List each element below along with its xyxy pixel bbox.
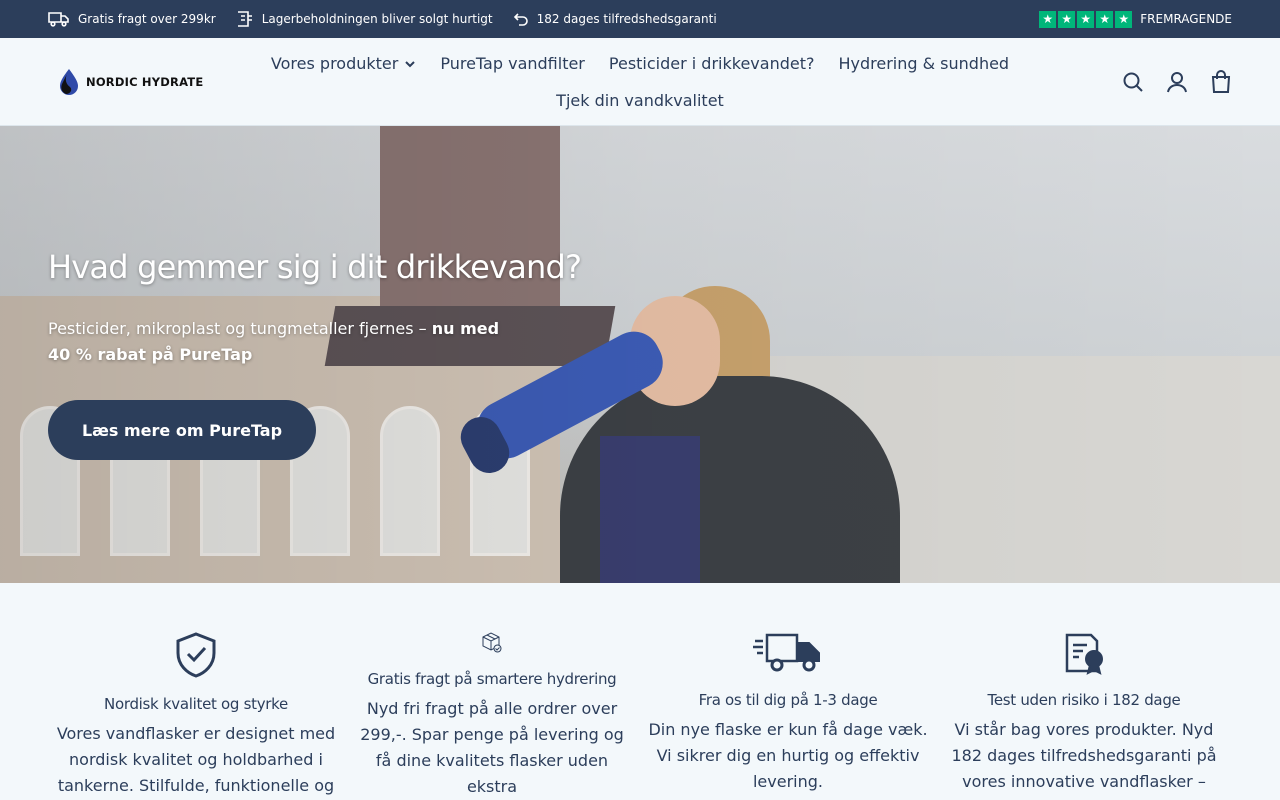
- drop-logo-icon: [60, 68, 78, 95]
- announcement-shipping-label: Gratis fragt over 299kr: [78, 12, 216, 26]
- nav-item-label: Hydrering & sundhed: [838, 54, 1010, 73]
- feature-text: Vores vandflasker er designet med nordis…: [56, 724, 336, 795]
- hero-subtitle-text: Pesticider, mikroplast og tungmetaller f…: [48, 319, 432, 338]
- star-icon: ★: [1039, 10, 1057, 28]
- star-icon: ★: [1058, 10, 1076, 28]
- feature-text: Nyd fri fragt på alle ordrer over 299,-.…: [360, 699, 624, 796]
- return-icon: [513, 13, 528, 26]
- star-icon: ★: [1096, 10, 1114, 28]
- feature-text: Din nye flaske er kun få dage væk. Vi si…: [648, 720, 928, 791]
- cart-icon[interactable]: [1210, 69, 1232, 94]
- feature-guarantee: Test uden risiko i 182 dage Vi står bag …: [936, 583, 1232, 800]
- feature-text: Vi står bag vores produkter. Nyd 182 dag…: [951, 720, 1217, 791]
- trustpilot-rating[interactable]: ★ ★ ★ ★ ★ FREMRAGENDE: [1039, 10, 1232, 28]
- rating-stars: ★ ★ ★ ★ ★: [1039, 10, 1133, 28]
- main-navigation: Vores produkter PureTap vandfilter Pesti…: [260, 38, 1020, 126]
- nav-item-pesticides[interactable]: Pesticider i drikkevandet?: [609, 54, 815, 73]
- feature-title: Fra os til dig på 1-3 dage: [698, 691, 878, 709]
- feature-title: Gratis fragt på smartere hydrering: [367, 670, 617, 688]
- box-icon: [237, 11, 252, 27]
- star-icon: ★: [1077, 10, 1095, 28]
- announcement-bar: Gratis fragt over 299kr Lagerbeholdninge…: [0, 0, 1280, 38]
- announcement-guarantee: 182 dages tilfredshedsgaranti: [513, 12, 717, 26]
- nav-item-label: Pesticider i drikkevandet?: [608, 54, 815, 73]
- feature-fast-delivery: Fra os til dig på 1-3 dage Din nye flask…: [640, 583, 936, 800]
- read-more-puretap-button[interactable]: Læs mere om PureTap: [48, 400, 316, 460]
- nav-item-products[interactable]: Vores produkter: [271, 54, 416, 73]
- features-section: Nordisk kvalitet og styrke Vores vandfla…: [0, 583, 1280, 800]
- header-actions: [1122, 69, 1232, 94]
- logo-text: NORDIC HYDRATE: [86, 74, 204, 89]
- announcement-shipping: Gratis fragt over 299kr: [48, 11, 216, 27]
- guarantee-document-icon: [1065, 633, 1103, 675]
- nav-item-hydration[interactable]: Hydrering & sundhed: [838, 54, 1009, 73]
- nav-item-puretap[interactable]: PureTap vandfilter: [440, 54, 585, 73]
- nav-item-label: PureTap vandfilter: [440, 54, 585, 73]
- logo[interactable]: NORDIC HYDRATE: [58, 68, 203, 96]
- feature-free-shipping: Gratis fragt på smartere hydrering Nyd f…: [344, 583, 640, 800]
- feature-title: Nordisk kvalitet og styrke: [104, 695, 288, 713]
- announcement-items: Gratis fragt over 299kr Lagerbeholdninge…: [48, 10, 717, 28]
- announcement-guarantee-label: 182 dages tilfredshedsgaranti: [536, 12, 717, 26]
- hero-title: Hvad gemmer sig i dit drikkevand?: [48, 248, 582, 286]
- account-icon[interactable]: [1166, 71, 1188, 93]
- hero-subtitle: Pesticider, mikroplast og tungmetaller f…: [48, 316, 508, 368]
- package-check-icon: [482, 632, 502, 653]
- announcement-stock: Lagerbeholdningen bliver solgt hurtigt: [236, 10, 493, 28]
- announcement-stock-label: Lagerbeholdningen bliver solgt hurtigt: [261, 12, 493, 26]
- feature-title: Test uden risiko i 182 dage: [987, 691, 1181, 709]
- truck-icon: [48, 12, 69, 27]
- site-header: NORDIC HYDRATE Vores produkter PureTap v…: [0, 38, 1280, 126]
- feature-quality: Nordisk kvalitet og styrke Vores vandfla…: [48, 583, 344, 800]
- chevron-down-icon: [405, 60, 416, 67]
- nav-item-water-quality[interactable]: Tjek din vandkvalitet: [556, 91, 724, 110]
- shield-check-icon: [176, 632, 216, 678]
- search-icon[interactable]: [1122, 71, 1144, 93]
- star-icon: ★: [1115, 10, 1133, 28]
- delivery-truck-icon: [753, 633, 820, 672]
- nav-item-label: Tjek din vandkvalitet: [556, 91, 724, 110]
- nav-item-label: Vores produkter: [270, 54, 399, 73]
- rating-label: FREMRAGENDE: [1140, 12, 1232, 26]
- hero-content: Hvad gemmer sig i dit drikkevand? Pestic…: [48, 248, 582, 460]
- hero-banner: Hvad gemmer sig i dit drikkevand? Pestic…: [0, 126, 1280, 583]
